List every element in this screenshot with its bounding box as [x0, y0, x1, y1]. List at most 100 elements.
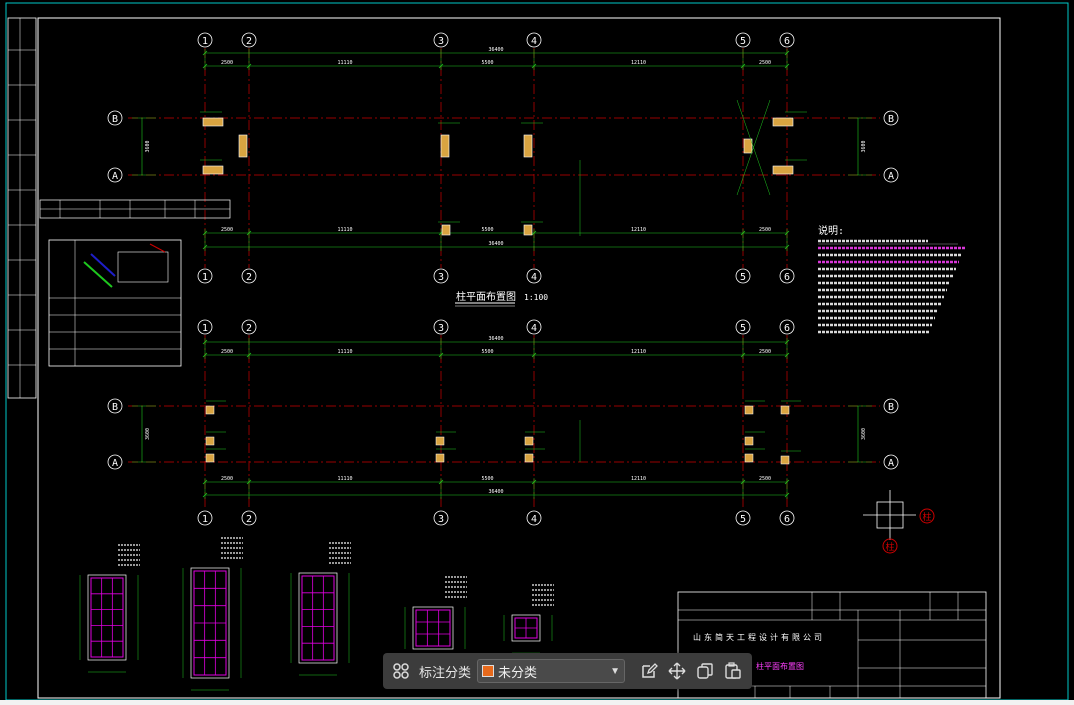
- column-block: [440, 134, 450, 158]
- dimension-text: 5500: [481, 227, 493, 233]
- general-notes: 说明:: [818, 224, 965, 334]
- left-binding-strip: [7, 17, 37, 399]
- dimension-text: 2500: [221, 476, 233, 482]
- column-block: [202, 165, 224, 175]
- caret-down-icon: ▼: [610, 665, 621, 677]
- axis-label-bottom-5: 5: [740, 272, 746, 283]
- dimension-text: 12110: [631, 227, 646, 233]
- dimension-text: 12110: [631, 349, 646, 355]
- column-block: [780, 455, 790, 465]
- side-dimension-text: 3600: [145, 428, 151, 440]
- dimension-text: 12110: [631, 60, 646, 66]
- annotation-toolbar: 标注分类 未分类 ▼: [383, 653, 752, 689]
- axis-label-bottom-3: 3: [438, 514, 444, 525]
- dimension-text: 12110: [631, 476, 646, 482]
- column-block: [744, 436, 754, 446]
- plan-title: 柱平面布置图 1:100: [455, 290, 548, 307]
- axis-label-top-4: 4: [531, 323, 537, 334]
- column-block: [744, 405, 754, 415]
- dimension-overall-text: 36400: [488, 241, 503, 247]
- titleblock-drawing-name: 柱平面布置图: [756, 661, 804, 671]
- column-block: [202, 117, 224, 127]
- status-strip: [0, 700, 1074, 705]
- axis-label-top-1: 1: [202, 323, 208, 334]
- dimension-text: 11110: [337, 349, 352, 355]
- crosshair-label-bottom: 柱: [885, 541, 894, 552]
- axis-label-bottom-1: 1: [202, 272, 208, 283]
- axis-label-bottom-4: 4: [531, 514, 537, 525]
- notes-title: 说明:: [818, 224, 844, 237]
- axis-label-top-3: 3: [438, 36, 444, 47]
- dimension-text: 11110: [337, 476, 352, 482]
- column-block: [772, 165, 794, 175]
- plan-scale-text: 1:100: [524, 293, 548, 302]
- column-block: [238, 134, 248, 158]
- axis-label-right-A: A: [888, 171, 894, 182]
- grid-icon[interactable]: [387, 657, 415, 685]
- section-stirrup: [301, 575, 335, 661]
- axis-label-top-4: 4: [531, 36, 537, 47]
- move-icon[interactable]: [663, 657, 691, 685]
- column-block: [743, 138, 753, 154]
- dimension-text: 11110: [337, 60, 352, 66]
- dimension-text: 5500: [481, 349, 493, 355]
- category-select-value: 未分类: [498, 664, 538, 680]
- column-plan-top: 1 1 2 2 3 3 4 4 5 5 6 6 B B A A 2500 11110 5500 12110 2500 36…: [107, 32, 899, 284]
- column-block: [780, 405, 790, 415]
- axis-label-left-B: B: [112, 114, 118, 125]
- dimension-text: 5500: [481, 476, 493, 482]
- dimension-text: 2500: [221, 349, 233, 355]
- edit-icon[interactable]: [635, 657, 663, 685]
- column-block: [435, 453, 445, 463]
- cad-drawing-canvas[interactable]: 1 1 2 2 3 3 4 4 5 5 6 6 B B A A 2500 11110 5500 12110 2500 36…: [0, 0, 1074, 705]
- axis-label-right-B: B: [888, 114, 894, 125]
- category-select[interactable]: 未分类 ▼: [477, 659, 626, 683]
- axis-label-left-A: A: [112, 171, 118, 182]
- axis-label-bottom-5: 5: [740, 514, 746, 525]
- column-block: [435, 436, 445, 446]
- axis-label-top-6: 6: [784, 36, 790, 47]
- dimension-text: 2500: [759, 476, 771, 482]
- column-block: [772, 117, 794, 127]
- column-block: [744, 453, 754, 463]
- dimension-overall-text: 36400: [488, 489, 503, 495]
- plan-title-text: 柱平面布置图: [456, 290, 516, 303]
- side-dimension-text: 3600: [861, 140, 867, 152]
- column-legend-table: [39, 199, 231, 219]
- crosshair-label-right: 柱: [922, 511, 931, 522]
- dimension-text: 2500: [759, 227, 771, 233]
- section-outline: [87, 574, 127, 661]
- dimension-text: 2500: [759, 60, 771, 66]
- column-block: [524, 453, 534, 463]
- dimension-overall-text: 36400: [488, 336, 503, 342]
- section-outline: [298, 572, 338, 664]
- axis-label-bottom-6: 6: [784, 272, 790, 283]
- titleblock-company: 山东简天工程设计有限公司: [693, 632, 825, 642]
- axis-label-bottom-2: 2: [246, 514, 252, 525]
- column-block: [524, 436, 534, 446]
- axis-label-top-5: 5: [740, 36, 746, 47]
- section-stirrup: [90, 577, 124, 658]
- dimension-overall-text: 36400: [488, 47, 503, 53]
- dimension-text: 5500: [481, 60, 493, 66]
- copy-icon[interactable]: [691, 657, 719, 685]
- axis-label-right-B: B: [888, 402, 894, 413]
- section-stirrup: [415, 609, 451, 647]
- column-block: [205, 436, 215, 446]
- category-color-swatch: [482, 665, 495, 677]
- inner-frame: [37, 17, 1001, 699]
- axis-label-left-A: A: [112, 458, 118, 469]
- axis-label-right-A: A: [888, 458, 894, 469]
- paste-icon[interactable]: [719, 657, 747, 685]
- axis-label-top-2: 2: [246, 323, 252, 334]
- section-outline: [412, 606, 454, 650]
- column-detail-box: [48, 239, 182, 367]
- column-block: [205, 405, 215, 415]
- column-block: [523, 134, 533, 158]
- axis-label-top-1: 1: [202, 36, 208, 47]
- column-block: [441, 224, 451, 236]
- axis-label-bottom-6: 6: [784, 514, 790, 525]
- crosshair-symbol: 柱 柱: [863, 490, 935, 554]
- dimension-text: 2500: [221, 60, 233, 66]
- dimension-text: 2500: [221, 227, 233, 233]
